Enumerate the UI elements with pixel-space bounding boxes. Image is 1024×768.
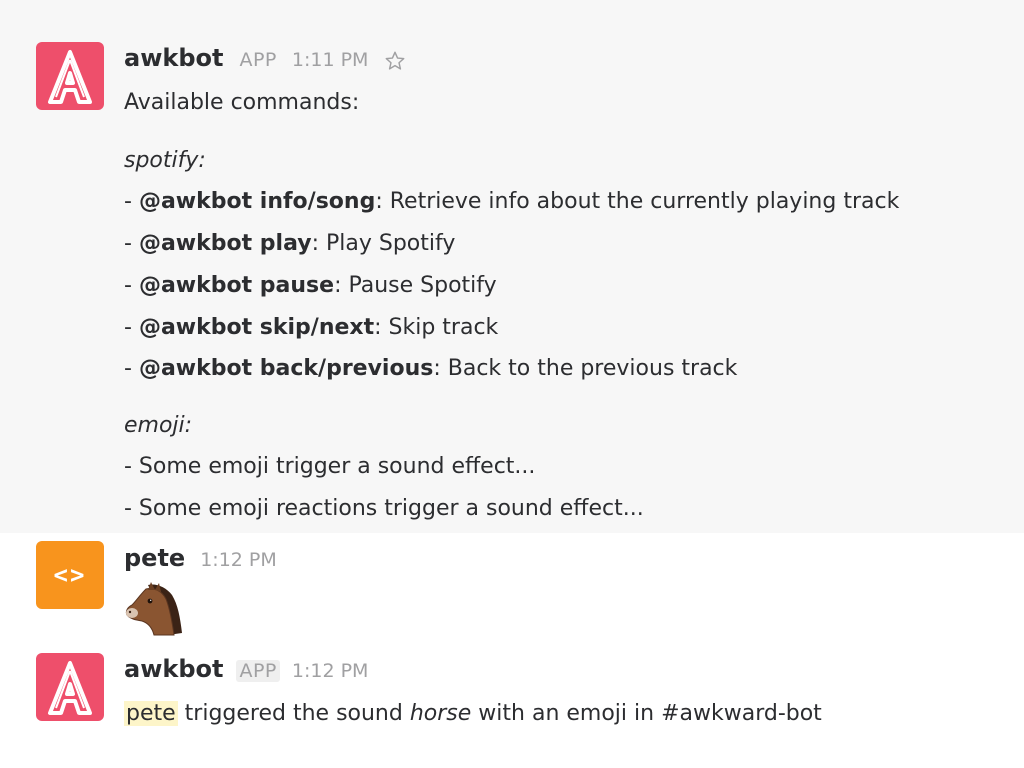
command-line: - @awkbot back/previous: Back to the pre… xyxy=(124,356,738,381)
emoji-info-line: - Some emoji trigger a sound effect... xyxy=(124,454,536,479)
message-header: awkbot APP 1:12 PM xyxy=(124,655,368,689)
message-header: awkbot APP 1:11 PM xyxy=(124,44,406,78)
letter-a-logo-icon xyxy=(36,42,104,110)
message-awkbot-commands: awkbot APP 1:11 PM Available commands: s… xyxy=(0,0,1024,533)
message-text: pete triggered the sound horse with an e… xyxy=(124,701,822,726)
user-mention[interactable]: pete xyxy=(124,701,178,726)
message-awkbot-sound: awkbot APP 1:12 PM pete triggered the so… xyxy=(0,643,1024,768)
timestamp[interactable]: 1:12 PM xyxy=(200,549,277,571)
author-name[interactable]: pete xyxy=(124,544,185,572)
app-badge: APP xyxy=(239,49,277,71)
letter-a-logo-icon xyxy=(36,653,104,721)
message-pane: awkbot APP 1:11 PM Available commands: s… xyxy=(0,0,1024,768)
command-line: - @awkbot play: Play Spotify xyxy=(124,231,456,256)
author-name[interactable]: awkbot xyxy=(124,655,223,683)
sound-name: horse xyxy=(409,701,472,726)
horse-emoji[interactable] xyxy=(124,581,186,637)
message-pete: <> pete 1:12 PM xyxy=(0,533,1024,643)
awkbot-avatar[interactable] xyxy=(36,653,104,721)
awkbot-avatar[interactable] xyxy=(36,42,104,110)
timestamp[interactable]: 1:11 PM xyxy=(292,49,369,71)
timestamp[interactable]: 1:12 PM xyxy=(292,660,369,682)
avatar-code-glyph: <> xyxy=(53,561,87,589)
command-line: - @awkbot skip/next: Skip track xyxy=(124,315,499,340)
section-heading-spotify: spotify: xyxy=(124,148,206,173)
message-header: pete 1:12 PM xyxy=(124,544,277,578)
message-text: Available commands: xyxy=(124,90,360,115)
app-badge: APP xyxy=(236,660,280,682)
command-line: - @awkbot pause: Pause Spotify xyxy=(124,273,497,298)
command-line: - @awkbot info/song: Retrieve info about… xyxy=(124,189,900,214)
emoji-info-line: - Some emoji reactions trigger a sound e… xyxy=(124,496,644,521)
star-icon[interactable] xyxy=(384,50,406,72)
author-name[interactable]: awkbot xyxy=(124,44,223,72)
section-heading-emoji: emoji: xyxy=(124,413,193,438)
pete-avatar[interactable]: <> xyxy=(36,541,104,609)
